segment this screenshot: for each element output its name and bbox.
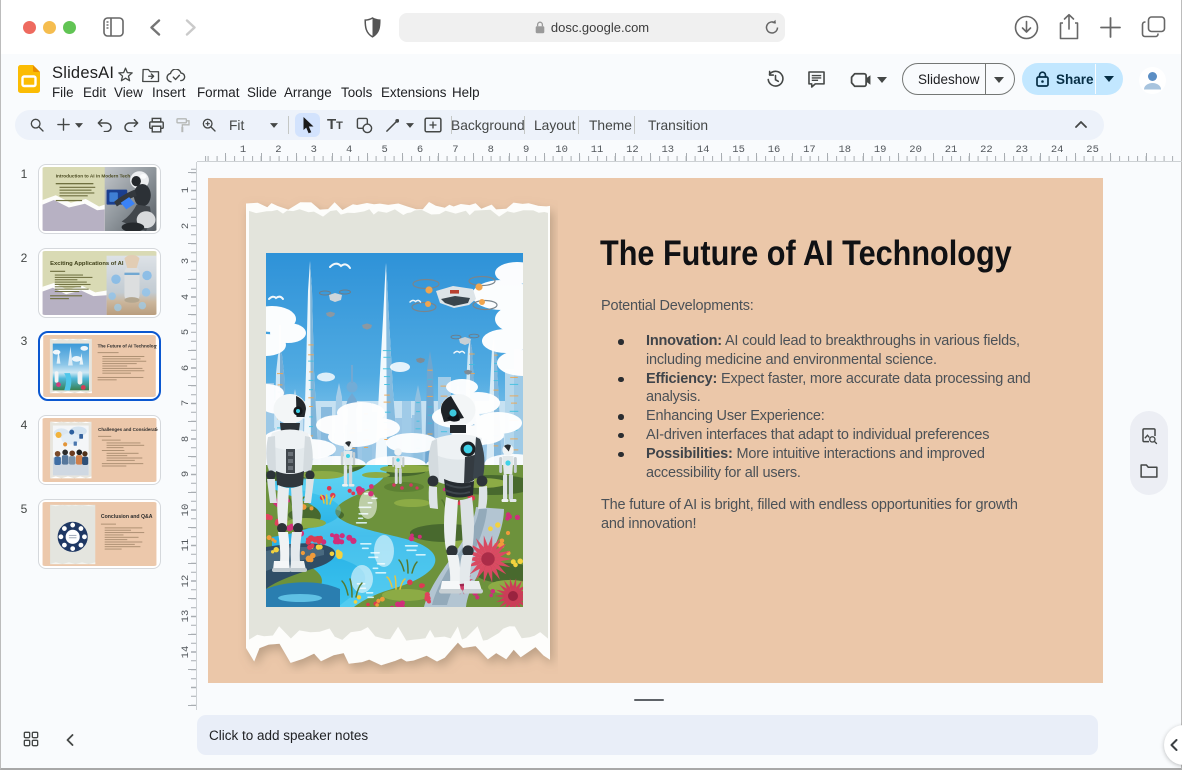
svg-text:Introduction to AI in Modern T: Introduction to AI in Modern Tech xyxy=(56,173,131,178)
svg-text:Challenges and Considerations: Challenges and Considerations xyxy=(98,427,158,432)
svg-text:The Future of AI Technology: The Future of AI Technology xyxy=(98,343,157,348)
svg-text:Exciting Applications of AI: Exciting Applications of AI xyxy=(50,261,124,267)
svg-text:Conclusion and Q&A: Conclusion and Q&A xyxy=(101,514,153,520)
